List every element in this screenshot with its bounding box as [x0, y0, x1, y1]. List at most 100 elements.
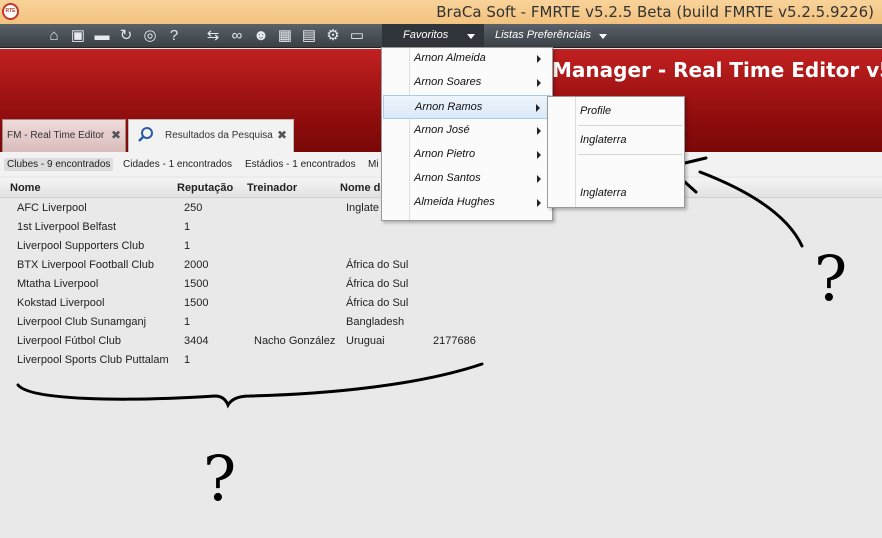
clipboard-icon[interactable]: ▤ [300, 27, 318, 45]
subtab-estadios[interactable]: Estádios - 1 encontrados [242, 158, 359, 171]
submenu-item-label: Inglaterra [580, 134, 627, 146]
help-icon[interactable]: ? [165, 27, 183, 45]
cell-reputation: 2000 [184, 259, 209, 271]
home-icon[interactable]: ⌂ [45, 27, 63, 45]
refresh-icon[interactable]: ↻ [117, 27, 135, 45]
gear-icon[interactable]: ⚙ [324, 27, 342, 45]
favorite-menu-item[interactable]: Arnon Santos [383, 167, 551, 191]
cell-name: Liverpool Fútbol Club [17, 335, 121, 347]
favoritos-menu-button[interactable]: Favoritos [382, 24, 484, 48]
calendar-icon[interactable]: ▦ [276, 27, 294, 45]
column-header-nome[interactable]: Nome [10, 182, 41, 194]
listas-label: Listas Preferênciais [495, 29, 591, 41]
subtab-cidades[interactable]: Cidades - 1 encontrados [120, 158, 235, 171]
app-icon: RTE [2, 3, 19, 20]
title-bar: RTE BraCa Soft - FMRTE v5.2.5 Beta (buil… [0, 0, 882, 24]
favorite-menu-item-label: Arnon Pietro [414, 148, 476, 160]
menu-separator [578, 154, 682, 155]
window-title: BraCa Soft - FMRTE v5.2.5 Beta (build FM… [436, 3, 874, 21]
cell-reputation: 1 [184, 221, 191, 233]
table-row[interactable]: Liverpool Sports Club Puttalam 1 [0, 351, 882, 370]
tab-label: Resultados da Pesquisa [165, 130, 273, 141]
favorite-menu-item-label: Arnon Soares [414, 76, 482, 88]
cell-nation: Inglate [346, 202, 380, 214]
coins-icon[interactable]: ◎ [141, 27, 159, 45]
cell-name: BTX Liverpool Football Club [17, 259, 154, 271]
table-row[interactable]: Liverpool Fútbol Club 3404 Nacho González U… [0, 332, 882, 351]
chevron-down-icon [599, 34, 607, 39]
cell-nation: Uruguai [346, 335, 385, 347]
cell-name: Liverpool Supporters Club [17, 240, 145, 252]
submenu-item-nation[interactable]: Inglaterra [549, 128, 683, 152]
chevron-right-icon [537, 199, 541, 207]
chevron-right-icon [536, 104, 540, 112]
cell-reputation: 3404 [184, 335, 209, 347]
chevron-right-icon [537, 55, 541, 63]
favoritos-label: Favoritos [403, 29, 449, 41]
table-row[interactable]: Liverpool Club Sunamganj 1 Bangladesh [0, 313, 882, 332]
submenu-item-nation-2[interactable]: Inglaterra [549, 181, 683, 205]
transfer-arrows-icon[interactable]: ⇆ [204, 27, 222, 45]
cell-name: Liverpool Sports Club Puttalam [17, 354, 169, 366]
cell-reputation: 250 [184, 202, 203, 214]
favorite-menu-item[interactable]: Arnon Almeida [383, 47, 551, 71]
save-icon[interactable]: ▣ [69, 27, 87, 45]
banner-title: Manager - Real Time Editor v5.2 [552, 58, 882, 82]
cell-extra: 2177686 [433, 335, 476, 347]
favorite-menu-item[interactable]: Arnon Ramos [383, 95, 551, 119]
search-icon [138, 127, 153, 142]
cell-reputation: 1500 [184, 297, 209, 309]
favorite-menu-item[interactable]: Arnon Soares [383, 71, 551, 95]
cell-name: AFC Liverpool [17, 202, 87, 214]
close-icon[interactable]: ✖ [277, 128, 287, 142]
table-row[interactable]: Liverpool Supporters Club 1 [0, 237, 882, 256]
submenu-item-empty[interactable] [549, 157, 683, 181]
binoculars-icon[interactable]: ∞ [228, 27, 246, 45]
chevron-down-icon [467, 34, 475, 39]
cell-nation: África do Sul [346, 278, 409, 290]
tab-fm-real-time-editor[interactable]: FM - Real Time Editor ✖ [2, 119, 126, 152]
submenu-item-profile[interactable]: Profile [549, 99, 683, 123]
favorite-submenu: Profile Inglaterra Inglaterra [547, 96, 685, 208]
cell-coach: Nacho González [254, 335, 336, 347]
cell-name: 1st Liverpool Belfast [17, 221, 117, 233]
cell-reputation: 1 [184, 316, 191, 328]
table-row[interactable]: Kokstad Liverpool 1500 África do Sul [0, 294, 882, 313]
column-header-treinador[interactable]: Treinador [247, 182, 297, 194]
cell-reputation: 1500 [184, 278, 209, 290]
favorite-menu-item-label: Arnon José [414, 124, 470, 136]
cell-nation: Bangladesh [346, 316, 405, 328]
favoritos-dropdown: Arnon Almeida Arnon Soares Arnon Ramos Arno… [381, 47, 553, 221]
submenu-item-label: Profile [580, 105, 612, 117]
favorite-menu-item-label: Almeida Hughes [414, 196, 495, 208]
cell-name: Mtatha Liverpool [17, 278, 99, 290]
chevron-right-icon [537, 175, 541, 183]
cell-reputation: 1 [184, 354, 191, 366]
favorite-menu-item[interactable]: Almeida Hughes [383, 191, 551, 215]
cell-name: Liverpool Club Sunamganj [17, 316, 147, 328]
close-icon[interactable]: ✖ [111, 128, 121, 142]
subtab-more[interactable]: Mi [365, 158, 382, 171]
subtab-clubes[interactable]: Clubes - 9 encontrados [4, 158, 114, 171]
chevron-right-icon [537, 79, 541, 87]
tab-resultados-da-pesquisa[interactable]: Resultados da Pesquisa ✖ [128, 119, 294, 152]
users-icon[interactable]: ☻ [252, 27, 270, 45]
cell-nation: África do Sul [346, 297, 409, 309]
chevron-right-icon [537, 151, 541, 159]
toolbar: ⌂ ▣ ▬ ↻ ◎ ? ⇆ ∞ ☻ ▦ ▤ ⚙ ▭ Favoritos List… [0, 24, 882, 48]
monitor-icon[interactable]: ▬ [93, 27, 111, 45]
column-header-nacao[interactable]: Nome d [340, 182, 380, 194]
drive-icon[interactable]: ▭ [348, 27, 366, 45]
cell-nation: África do Sul [346, 259, 409, 271]
favorite-menu-item-label: Arnon Santos [414, 172, 481, 184]
column-header-reputacao[interactable]: Reputação [177, 182, 233, 194]
results-table: Nome Reputação Treinador Nome d AFC Live… [0, 178, 882, 538]
cell-name: Kokstad Liverpool [17, 297, 105, 309]
chevron-right-icon [537, 127, 541, 135]
favorite-menu-item[interactable]: Arnon Pietro [383, 143, 551, 167]
favorite-menu-item[interactable]: Arnon José [383, 119, 551, 143]
listas-menu-button[interactable]: Listas Preferênciais [495, 24, 615, 48]
table-row[interactable]: Mtatha Liverpool 1500 África do Sul [0, 275, 882, 294]
tab-label: FM - Real Time Editor [7, 130, 105, 141]
table-row[interactable]: BTX Liverpool Football Club 2000 África do… [0, 256, 882, 275]
